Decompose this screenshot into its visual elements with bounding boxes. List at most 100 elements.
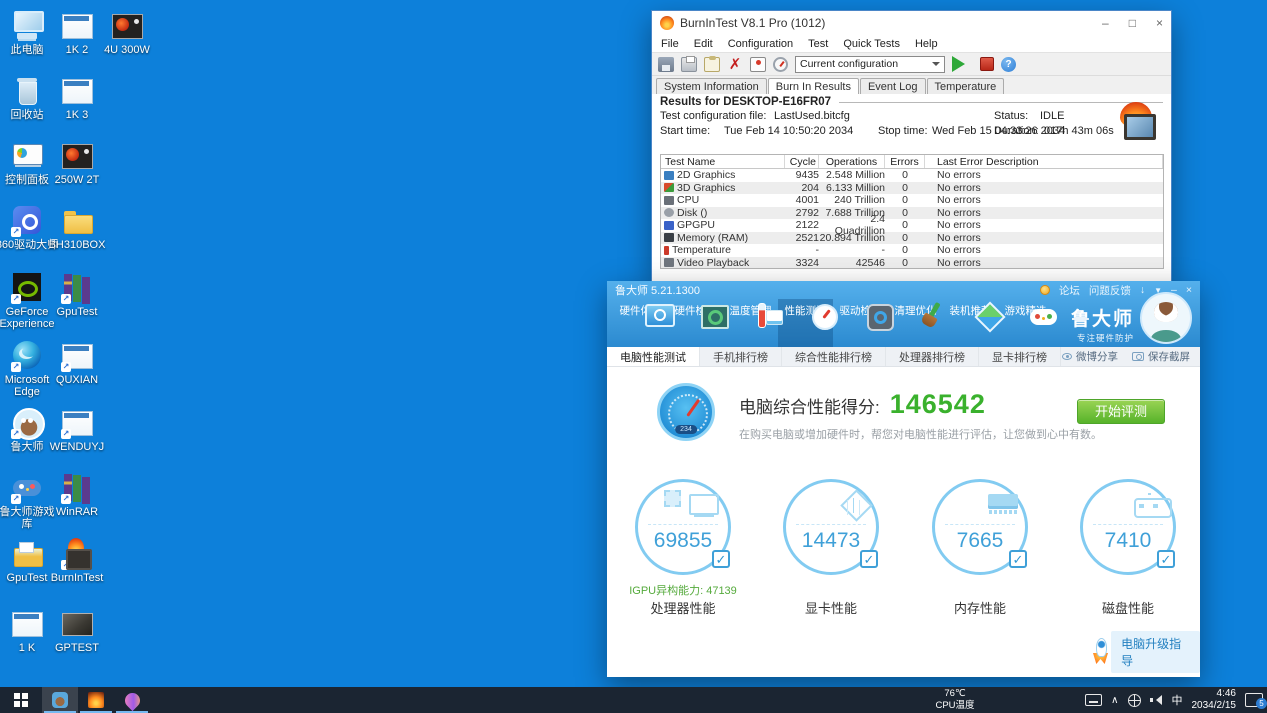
certificate-icon[interactable] [750, 56, 766, 72]
desktop-icon-gptest[interactable]: GPTEST [45, 608, 109, 654]
save-screenshot-button[interactable]: 保存截屏 [1132, 349, 1190, 364]
table-row[interactable]: GPGPU 2122 2.4 Quadrillion 0 No errors [661, 213, 1163, 237]
menu-help[interactable]: Help [915, 38, 938, 50]
table-row[interactable]: 3D Graphics 204 6.133 Million 0 No error… [661, 181, 1163, 194]
upgrade-guide-button[interactable]: 电脑升级指导 [1090, 631, 1200, 673]
save-report-icon[interactable] [658, 56, 674, 72]
ime-indicator[interactable]: 中 [1172, 692, 1183, 708]
desktop-icon-burnintest[interactable]: ↗ BurnInTest [45, 538, 109, 584]
window-title: 鲁大师 5.21.1300 [615, 285, 700, 297]
screenshot-file-icon [60, 10, 94, 42]
print-icon[interactable] [681, 55, 697, 72]
gauge-icon[interactable] [773, 56, 788, 72]
col-test-name[interactable]: Test Name [661, 155, 785, 168]
config-file-label: Test configuration file: [660, 110, 767, 122]
tab-event-log[interactable]: Event Log [859, 78, 926, 94]
desktop-icon-250w-2t[interactable]: 250W 2T [45, 140, 109, 186]
desktop-icon-1k3[interactable]: 1K 3 [45, 75, 109, 121]
start-benchmark-button[interactable]: 开始评测 [1077, 399, 1165, 424]
tab-overall-ranking[interactable]: 综合性能排行榜 [782, 347, 886, 366]
col-last-error[interactable]: Last Error Description [925, 155, 1163, 168]
col-operations[interactable]: Operations [819, 155, 885, 168]
notification-center-icon[interactable]: 5 [1245, 693, 1267, 709]
tab-cpu-ranking[interactable]: 处理器排行榜 [886, 347, 979, 366]
col-errors[interactable]: Errors [885, 155, 925, 168]
cell-errors: 0 [902, 169, 908, 182]
tab-system-information[interactable]: System Information [656, 78, 767, 94]
disk-checkbox[interactable]: ✓ [1157, 550, 1175, 568]
nav-hardware-checkup[interactable]: 硬件体检 [613, 299, 668, 347]
desktop-icon-quxian[interactable]: ↗ QUXIAN [45, 340, 109, 386]
menu-quick-tests[interactable]: Quick Tests [843, 38, 900, 50]
maximize-icon[interactable]: □ [1129, 16, 1136, 30]
weibo-share-button[interactable]: 微博分享 [1062, 349, 1118, 364]
screenshot-file-icon [110, 10, 144, 42]
tab-phone-ranking[interactable]: 手机排行榜 [700, 347, 782, 366]
taskbar-app-masterlu[interactable] [42, 687, 78, 713]
tab-gpu-ranking[interactable]: 显卡排行榜 [979, 347, 1061, 366]
control-panel-icon [10, 140, 44, 172]
cell-errors: 0 [902, 194, 908, 207]
cpu-checkbox[interactable]: ✓ [712, 550, 730, 568]
cpu-temp-widget[interactable]: 76℃ CPU温度 [918, 687, 992, 713]
touch-keyboard-icon[interactable] [1085, 694, 1103, 706]
table-row[interactable]: Memory (RAM) 2521 20.894 Trillion 0 No e… [661, 231, 1163, 244]
download-icon[interactable]: ↓ [1140, 284, 1145, 296]
tray-chevron-up-icon[interactable]: ∧ [1111, 695, 1118, 706]
nav-performance-test[interactable]: 性能测试 [778, 299, 833, 347]
nav-temperature[interactable]: 温度管理 [723, 299, 778, 347]
tab-temperature[interactable]: Temperature [926, 78, 1005, 94]
desktop: 此电脑 回收站 控制面板 ↗ 360驱动大师 ↗ GeForce Experie… [0, 0, 1267, 713]
desktop-icon-wenduyj[interactable]: ↗ WENDUYJ [45, 407, 109, 453]
desktop-icon-winrar[interactable]: ↗ WinRAR [45, 472, 109, 518]
feedback-link[interactable]: 问题反馈 [1089, 283, 1131, 298]
close-icon[interactable]: × [1186, 284, 1192, 296]
weibo-share-label: 微博分享 [1076, 351, 1118, 363]
desktop-icon-gputest-archive[interactable]: ↗ GpuTest [45, 272, 109, 318]
forum-link[interactable]: 论坛 [1059, 283, 1080, 298]
start-button[interactable] [0, 687, 42, 713]
network-icon[interactable] [1127, 693, 1141, 707]
masterlu-window: 鲁大师 5.21.1300 论坛 问题反馈 ↓ ▼ – × 硬件体检 硬件检测 … [607, 281, 1200, 677]
medal-icon[interactable] [1039, 285, 1050, 295]
table-row[interactable]: Temperature - - 0 No errors [661, 244, 1163, 257]
masterlu-titlebar[interactable]: 鲁大师 5.21.1300 论坛 问题反馈 ↓ ▼ – × [607, 281, 1200, 299]
stop-tests-icon[interactable] [980, 57, 994, 71]
volume-icon[interactable] [1149, 694, 1163, 706]
table-row[interactable]: Disk () 2792 7.688 Trillion 0 No errors [661, 206, 1163, 219]
shortcut-arrow-icon: ↗ [11, 494, 21, 504]
start-tests-icon[interactable] [952, 56, 973, 72]
menu-configuration[interactable]: Configuration [728, 38, 793, 50]
gpu-checkbox[interactable]: ✓ [860, 550, 878, 568]
table-row[interactable]: CPU 4001 240 Trillion 0 No errors [661, 194, 1163, 207]
close-icon[interactable]: × [1156, 16, 1163, 30]
clock[interactable]: 4:46 2034/2/15 [1192, 688, 1237, 712]
masterlu-header: 鲁大师 5.21.1300 论坛 问题反馈 ↓ ▼ – × 硬件体检 硬件检测 … [607, 281, 1200, 347]
menu-file[interactable]: File [661, 38, 679, 50]
help-icon[interactable]: ? [1001, 56, 1016, 72]
nav-hardware-detect[interactable]: 硬件检测 [668, 299, 723, 347]
menu-test[interactable]: Test [808, 38, 828, 50]
taskbar-app-3[interactable] [114, 687, 150, 713]
table-row[interactable]: 2D Graphics 9435 2.548 Million 0 No erro… [661, 169, 1163, 182]
delete-icon[interactable]: ✗ [727, 57, 743, 72]
configuration-select[interactable]: Current configuration [795, 55, 945, 73]
tab-pc-performance[interactable]: 电脑性能测试 [607, 347, 700, 366]
minimize-icon[interactable]: – [1102, 16, 1109, 30]
desktop-icon-4u-300w[interactable]: 4U 300W [95, 10, 159, 56]
masterlu-brand: 鲁大师 专注硬件防护 [1071, 304, 1134, 344]
col-cycle[interactable]: Cycle [785, 155, 819, 168]
taskbar-app-burnintest[interactable] [78, 687, 114, 713]
menu-edit[interactable]: Edit [694, 38, 713, 50]
nav-build-recommend[interactable]: 装机推荐 [943, 299, 998, 347]
card-gpu-performance: 14473 ✓ 显卡性能 [757, 479, 905, 617]
table-row[interactable]: Video Playback 3324 42546 0 No errors [661, 256, 1163, 268]
memory-checkbox[interactable]: ✓ [1009, 550, 1027, 568]
burnintest-titlebar[interactable]: BurnInTest V8.1 Pro (1012) – □ × [652, 11, 1171, 35]
nav-clean-optimize[interactable]: 清理优化 [888, 299, 943, 347]
tab-burn-in-results[interactable]: Burn In Results [767, 78, 859, 95]
clipboard-icon[interactable] [704, 55, 720, 72]
nav-game-picks[interactable]: 游戏精选 [998, 299, 1053, 347]
desktop-icon-bh310box[interactable]: BH310BOX [45, 205, 109, 251]
nav-driver-detect[interactable]: 驱动检测 [833, 299, 888, 347]
